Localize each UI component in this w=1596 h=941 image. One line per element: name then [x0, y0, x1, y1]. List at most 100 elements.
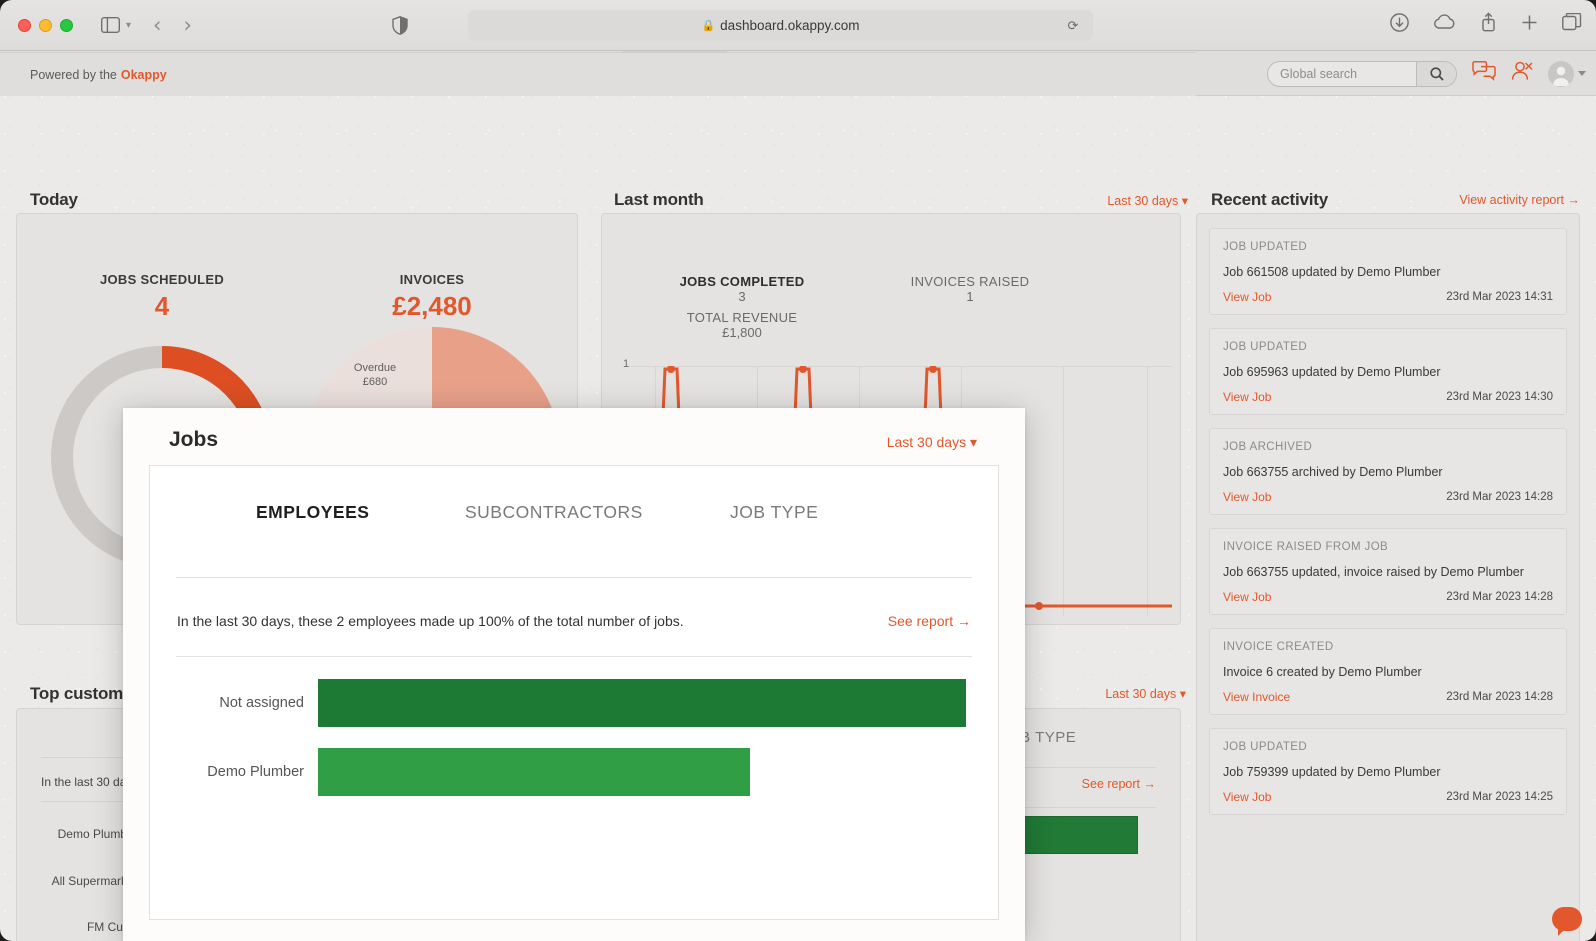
activity-item: INVOICE CREATED Invoice 6 created by Dem…	[1209, 628, 1567, 715]
activity-item: INVOICE RAISED FROM JOB Job 663755 updat…	[1209, 528, 1567, 615]
jobs-completed-label: JOBS COMPLETED	[679, 274, 805, 289]
total-revenue-value: £1,800	[722, 325, 762, 340]
activity-footer: View Job 23rd Mar 2023 14:30	[1223, 390, 1553, 404]
activity-item: JOB UPDATED Job 759399 updated by Demo P…	[1209, 728, 1567, 815]
invoices-label: INVOICES	[399, 272, 465, 287]
new-tab-icon[interactable]	[1521, 14, 1538, 31]
tab-job-type[interactable]: JOB TYPE	[730, 502, 818, 523]
search-icon	[1429, 66, 1444, 81]
url-text: dashboard.okappy.com	[720, 18, 860, 33]
total-revenue-stat: TOTAL REVENUE £1,800	[622, 310, 862, 340]
minimize-window-button[interactable]	[39, 18, 52, 32]
activity-text: Job 759399 updated by Demo Plumber	[1223, 765, 1441, 779]
activity-action-link[interactable]: View Job	[1223, 290, 1271, 304]
activity-item: JOB ARCHIVED Job 663755 archived by Demo…	[1209, 428, 1567, 515]
chat-bubble-icon[interactable]	[1552, 907, 1582, 936]
see-report-link[interactable]: See report →	[1082, 777, 1156, 791]
activity-timestamp: 23rd Mar 2023 14:28	[1446, 591, 1553, 603]
jobs-modal: Jobs Last 30 days ▾ EMPLOYEES SUBCONTRAC…	[123, 408, 1025, 941]
tab-overview-icon[interactable]	[1562, 13, 1582, 31]
browser-right-icons	[1390, 12, 1582, 32]
chevron-down-icon	[1578, 71, 1586, 76]
activity-timestamp: 23rd Mar 2023 14:28	[1446, 491, 1553, 503]
activity-text: Invoice 6 created by Demo Plumber	[1223, 665, 1422, 679]
jobs-completed-value: 3	[738, 289, 746, 304]
invoices-raised-stat: INVOICES RAISED 1	[850, 274, 1090, 304]
last-month-range-selector[interactable]: Last 30 days ▾	[1107, 193, 1188, 208]
reload-icon[interactable]: ⟳	[1063, 16, 1083, 36]
global-search	[1267, 60, 1457, 87]
search-button[interactable]	[1416, 61, 1456, 86]
recent-activity-title: Recent activity	[1211, 190, 1328, 209]
modal-range-selector[interactable]: Last 30 days ▾	[887, 434, 977, 451]
bottom-card-range-label: Last 30 days	[1105, 687, 1177, 701]
last-month-range-label: Last 30 days	[1107, 194, 1179, 208]
tab-employees[interactable]: EMPLOYEES	[256, 502, 369, 523]
activity-action-link[interactable]: View Invoice	[1223, 690, 1290, 704]
invoices-value: £2,480	[392, 291, 472, 321]
activity-timestamp: 23rd Mar 2023 14:28	[1446, 691, 1553, 703]
address-bar[interactable]: 🔒 dashboard.okappy.com ⟳	[468, 10, 1093, 41]
modal-see-report-link[interactable]: See report →	[888, 613, 971, 629]
user-alert-icon[interactable]	[1511, 61, 1533, 86]
activity-footer: View Job 23rd Mar 2023 14:25	[1223, 790, 1553, 804]
view-activity-report-link[interactable]: View activity report →	[1459, 193, 1580, 207]
modal-range-label: Last 30 days	[886, 434, 967, 450]
activity-timestamp: 23rd Mar 2023 14:25	[1446, 791, 1553, 803]
app-footer: Powered by the Okappy	[0, 52, 1196, 96]
close-window-button[interactable]	[18, 18, 31, 32]
privacy-shield-icon[interactable]	[392, 15, 408, 35]
activity-text: Job 663755 archived by Demo Plumber	[1223, 465, 1443, 479]
share-icon[interactable]	[1480, 12, 1497, 32]
activity-action-link[interactable]: View Job	[1223, 790, 1271, 804]
activity-item: JOB UPDATED Job 695963 updated by Demo P…	[1209, 328, 1567, 415]
bottom-card-range-selector[interactable]: Last 30 days ▾	[1105, 686, 1186, 701]
activity-timestamp: 23rd Mar 2023 14:30	[1446, 391, 1553, 403]
jobs-scheduled-value: 4	[154, 291, 170, 321]
pie-overdue-value: £680	[362, 375, 388, 388]
bar-value	[318, 748, 750, 796]
sidebar-dropdown-icon[interactable]: ▾	[126, 20, 131, 31]
footer-text: Powered by the	[30, 67, 117, 82]
downloads-icon[interactable]	[1390, 12, 1409, 32]
sidebar-toggle-icon[interactable]	[101, 17, 120, 33]
activity-kind: JOB UPDATED	[1223, 241, 1308, 253]
invoices-raised-label: INVOICES RAISED	[910, 274, 1030, 289]
chat-bubbles-icon[interactable]	[1472, 61, 1496, 86]
activity-footer: View Invoice 23rd Mar 2023 14:28	[1223, 690, 1553, 704]
icloud-icon[interactable]	[1433, 14, 1456, 30]
modal-note: In the last 30 days, these 2 employees m…	[177, 613, 684, 629]
bar-category-label: Not assigned	[219, 695, 304, 711]
back-arrow-icon[interactable]: ‹	[153, 13, 161, 37]
footer-brand[interactable]: Okappy	[121, 68, 167, 82]
window-traffic-lights	[18, 18, 73, 32]
activity-action-link[interactable]: View Job	[1223, 390, 1271, 404]
jobs-completed-stat: JOBS COMPLETED 3	[622, 274, 862, 304]
activity-kind: INVOICE CREATED	[1223, 641, 1334, 653]
bar-chart-row: Not assigned	[150, 679, 998, 727]
total-revenue-label: TOTAL REVENUE	[686, 310, 798, 325]
modal-title: Jobs	[169, 428, 219, 451]
activity-action-link[interactable]: View Job	[1223, 490, 1271, 504]
activity-action-link[interactable]: View Job	[1223, 590, 1271, 604]
search-input[interactable]	[1268, 61, 1416, 86]
tab-subcontractors[interactable]: SUBCONTRACTORS	[465, 502, 643, 523]
activity-item: JOB UPDATED Job 661508 updated by Demo P…	[1209, 228, 1567, 315]
app-viewport: okappy Dashboard Jobs Invoices Radar Rep…	[0, 51, 1596, 941]
forward-arrow-icon[interactable]: ›	[183, 13, 191, 37]
lock-icon: 🔒	[701, 20, 716, 32]
invoices-stat: INVOICES £2,480	[317, 272, 547, 322]
activity-footer: View Job 23rd Mar 2023 14:31	[1223, 290, 1553, 304]
activity-footer: View Job 23rd Mar 2023 14:28	[1223, 490, 1553, 504]
browser-toolbar: ▾ ‹ › 🔒 dashboard.okappy.com ⟳	[0, 0, 1596, 51]
user-menu[interactable]	[1548, 60, 1586, 87]
activity-text: Job 661508 updated by Demo Plumber	[1223, 265, 1441, 279]
avatar	[1548, 60, 1574, 87]
activity-kind: INVOICE RAISED FROM JOB	[1223, 541, 1389, 553]
recent-activity-panel[interactable]: JOB UPDATED Job 661508 updated by Demo P…	[1196, 213, 1580, 941]
maximize-window-button[interactable]	[60, 18, 73, 32]
divider	[176, 577, 972, 578]
activity-text: Job 663755 updated, invoice raised by De…	[1223, 565, 1524, 579]
activity-text: Job 695963 updated by Demo Plumber	[1223, 365, 1441, 379]
pie-overdue-name: Overdue	[353, 362, 397, 374]
